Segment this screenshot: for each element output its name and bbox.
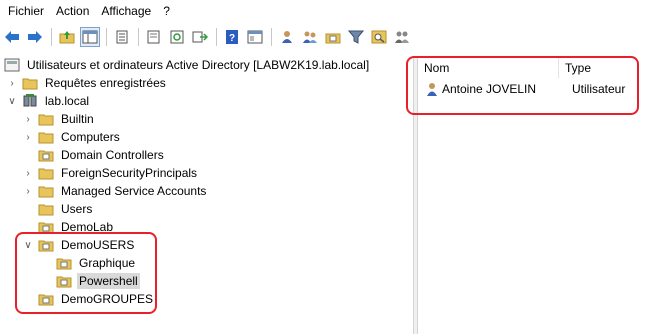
tree-item-label: Domain Controllers	[61, 148, 164, 162]
folder-icon	[38, 132, 54, 144]
folder-icon	[38, 186, 54, 198]
tree-item-label: DemoLab	[61, 220, 114, 234]
toolbar-separator	[138, 28, 139, 46]
tree-root[interactable]: Utilisateurs et ordinateurs Active Direc…	[4, 56, 371, 74]
tree-item-builtin[interactable]: › Builtin	[22, 110, 96, 128]
tree-item-label: Builtin	[61, 112, 94, 126]
tree-item-powershell[interactable]: Powershell	[56, 272, 140, 290]
up-folder-icon[interactable]	[57, 27, 77, 47]
tree-item-label: Computers	[61, 130, 120, 144]
tree-item-graphique[interactable]: Graphique	[56, 254, 137, 272]
column-header-nom[interactable]: Nom	[418, 58, 558, 78]
toolbar-separator	[216, 28, 217, 46]
tree-item-label: Graphique	[79, 256, 136, 270]
tree-item-managed-service-accounts[interactable]: › Managed Service Accounts	[22, 182, 208, 200]
menu-fichier[interactable]: Fichier	[2, 1, 50, 21]
tree-item-demolab[interactable]: DemoLab	[38, 218, 115, 236]
toolbar-separator	[51, 28, 52, 46]
view-icon[interactable]	[245, 27, 265, 47]
domain-icon	[23, 94, 37, 107]
tree-root-label: Utilisateurs et ordinateurs Active Direc…	[27, 58, 370, 72]
folder-icon	[38, 168, 54, 180]
chevron-right-icon[interactable]: ›	[22, 167, 34, 179]
tree-item-label: Users	[61, 202, 93, 216]
list-item-name: Antoine JOVELIN	[442, 82, 537, 96]
ou-folder-icon	[56, 258, 72, 270]
menu-bar: Fichier Action Affichage ?	[0, 0, 653, 22]
tree-domain[interactable]: ∨ lab.local	[6, 92, 91, 110]
tree-item-label: Requêtes enregistrées	[45, 76, 166, 90]
chevron-right-icon[interactable]: ›	[22, 113, 34, 125]
folder-icon	[22, 78, 38, 90]
tree-item-label: lab.local	[45, 94, 90, 108]
export-list-icon[interactable]	[144, 27, 164, 47]
help-icon[interactable]: ?	[222, 27, 242, 47]
tree-item-label: DemoGROUPES	[61, 292, 154, 306]
new-ou-icon[interactable]	[323, 27, 343, 47]
ou-folder-icon	[38, 240, 54, 252]
chevron-right-icon[interactable]: ›	[22, 131, 34, 143]
back-arrow-icon[interactable]	[2, 27, 22, 47]
tree-item-foreign-security-principals[interactable]: › ForeignSecurityPrincipals	[22, 164, 199, 182]
show-console-tree-icon[interactable]	[80, 27, 100, 47]
chevron-down-icon[interactable]: ∨	[6, 95, 18, 107]
export-icon[interactable]	[190, 27, 210, 47]
ou-folder-icon	[38, 150, 54, 162]
tree-item-label-selected: Powershell	[77, 273, 140, 289]
properties-icon[interactable]	[112, 27, 132, 47]
details-list[interactable]: Nom Type Antoine JOVELIN Utilisateur	[418, 56, 653, 334]
add-to-group-icon[interactable]	[392, 27, 412, 47]
ou-folder-icon	[38, 222, 54, 234]
tree-item-label: DemoUSERS	[61, 238, 135, 252]
toolbar: ?	[0, 24, 653, 50]
tree-item-demogroupes[interactable]: DemoGROUPES	[38, 290, 155, 308]
group-icon[interactable]	[300, 27, 320, 47]
list-item[interactable]: Antoine JOVELIN Utilisateur	[424, 80, 625, 98]
tree-saved-queries[interactable]: › Requêtes enregistrées	[6, 74, 168, 92]
tree-item-domain-controllers[interactable]: Domain Controllers	[38, 146, 166, 164]
ou-folder-icon	[56, 276, 72, 288]
tree-item-demousers[interactable]: ∨ DemoUSERS	[22, 236, 136, 254]
chevron-right-icon[interactable]: ›	[22, 185, 34, 197]
tree-item-users[interactable]: Users	[38, 200, 94, 218]
list-item-type: Utilisateur	[572, 82, 626, 96]
folder-icon	[38, 114, 54, 126]
ad-users-computers-icon	[4, 58, 20, 72]
menu-affichage[interactable]: Affichage	[95, 1, 157, 21]
console-tree[interactable]: Utilisateurs et ordinateurs Active Direc…	[0, 56, 413, 334]
forward-arrow-icon[interactable]	[25, 27, 45, 47]
toolbar-separator	[271, 28, 272, 46]
menu-action[interactable]: Action	[50, 1, 95, 21]
refresh-icon[interactable]	[167, 27, 187, 47]
user-icon	[427, 83, 437, 96]
user-icon[interactable]	[277, 27, 297, 47]
toolbar-separator	[106, 28, 107, 46]
menu-help[interactable]: ?	[157, 1, 176, 21]
column-header-type[interactable]: Type	[559, 58, 653, 78]
tree-item-label: Managed Service Accounts	[61, 184, 207, 198]
chevron-down-icon[interactable]: ∨	[22, 239, 34, 251]
find-icon[interactable]	[369, 27, 389, 47]
chevron-right-icon[interactable]: ›	[6, 77, 18, 89]
filter-icon[interactable]	[346, 27, 366, 47]
svg-text:?: ?	[229, 33, 235, 44]
tree-item-computers[interactable]: › Computers	[22, 128, 122, 146]
ou-folder-icon	[38, 294, 54, 306]
folder-icon	[38, 204, 54, 216]
tree-item-label: ForeignSecurityPrincipals	[61, 166, 198, 180]
